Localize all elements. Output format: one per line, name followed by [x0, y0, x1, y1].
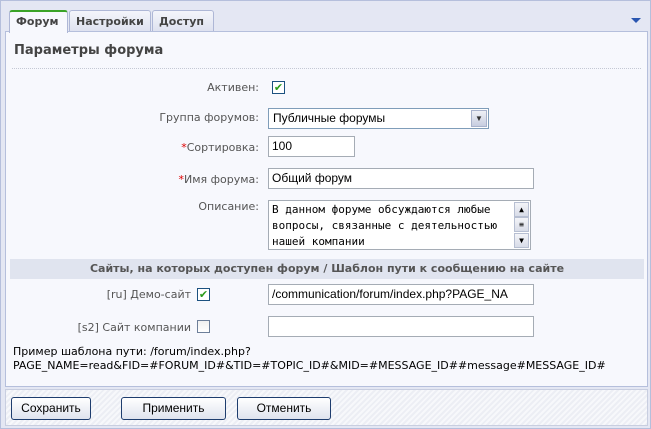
group-label: Группа форумов:	[159, 111, 259, 124]
site-ru-label: [ru] Демо-сайт	[106, 288, 191, 301]
name-label-text: Имя форума:	[183, 173, 259, 186]
triangle-down-icon[interactable]	[631, 18, 641, 23]
path-example-line: PAGE_NAME=read&FID=#FORUM_ID#&TID=#TOPIC…	[13, 359, 606, 372]
save-button[interactable]: Сохранить	[11, 397, 91, 420]
chevron-down-icon[interactable]: ▼	[471, 110, 487, 127]
site-s2-checkbox[interactable]	[197, 320, 210, 333]
tab-settings[interactable]: Настройки	[69, 10, 151, 32]
description-label: Описание:	[198, 200, 259, 213]
forum-group-select[interactable]: Публичные форумы ▼	[268, 108, 489, 129]
sites-section-header: Сайты, на которых доступен форум / Шабло…	[10, 259, 644, 279]
forum-settings-window: Форум Настройки Доступ Параметры форума …	[0, 0, 651, 429]
button-bar: Сохранить Применить Отменить	[5, 389, 648, 426]
divider	[12, 68, 641, 69]
site-ru-path-input[interactable]: /communication/forum/index.php?PAGE_NA	[268, 284, 534, 305]
name-label: *Имя форума:	[178, 173, 259, 186]
scroll-down-icon[interactable]: ▼	[514, 233, 529, 248]
apply-button[interactable]: Применить	[121, 397, 226, 420]
active-label: Активен:	[207, 81, 259, 94]
scroll-up-icon[interactable]: ▲	[514, 202, 529, 217]
sort-label: *Сортировка:	[181, 141, 259, 154]
description-text: В данном форуме обсуждаются любые вопрос…	[272, 203, 498, 248]
cancel-button[interactable]: Отменить	[237, 397, 331, 420]
page-title: Параметры форума	[14, 43, 164, 58]
path-example-line: Пример шаблона пути: /forum/index.php?	[13, 345, 251, 358]
site-s2-label: [s2] Сайт компании	[77, 321, 191, 334]
sort-label-text: Сортировка:	[186, 141, 259, 154]
active-checkbox[interactable]: ✔	[272, 81, 285, 94]
site-s2-path-input[interactable]	[268, 316, 534, 337]
sort-input[interactable]: 100	[268, 136, 355, 157]
forum-name-input[interactable]: Общий форум	[268, 168, 534, 189]
form-panel: Параметры форума Активен: ✔ Группа форум…	[5, 31, 648, 387]
tab-forum[interactable]: Форум	[9, 10, 68, 33]
forum-group-value: Публичные форумы	[273, 111, 386, 125]
scroll-thumb[interactable]: ≡	[514, 217, 529, 232]
site-ru-checkbox[interactable]: ✔	[197, 288, 210, 301]
tab-access[interactable]: Доступ	[152, 10, 214, 32]
path-example: Пример шаблона пути: /forum/index.php? P…	[13, 345, 606, 373]
description-textarea[interactable]: В данном форуме обсуждаются любые вопрос…	[268, 200, 531, 250]
